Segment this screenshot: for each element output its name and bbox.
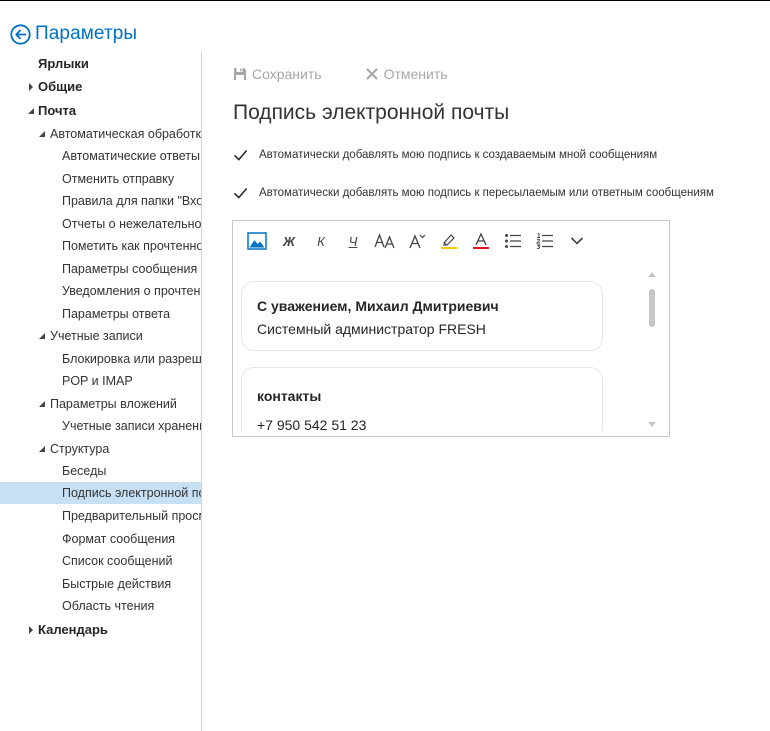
save-label: Сохранить — [252, 66, 322, 82]
sidebar-item-layout[interactable]: Структура — [0, 438, 201, 460]
sidebar-item-message-format[interactable]: Формат сообщения — [0, 528, 201, 550]
window-top-border — [0, 0, 770, 1]
sidebar-item-preview[interactable]: Предварительный просмотр — [0, 505, 201, 527]
page-header-title: Параметры — [35, 23, 138, 44]
back-arrow-circle-icon[interactable] — [10, 23, 31, 45]
signature-role: Системный администратор FRESH — [257, 321, 486, 337]
italic-button[interactable]: К — [305, 229, 337, 253]
sidebar-item-reading-pane[interactable]: Область чтения — [0, 595, 201, 617]
underline-button[interactable]: Ч — [337, 229, 369, 253]
checkbox-label: Автоматически добавлять мою подпись к со… — [259, 149, 658, 161]
font-size-button[interactable] — [369, 229, 401, 253]
sidebar-item-message-list[interactable]: Список сообщений — [0, 550, 201, 572]
caret-down-icon[interactable] — [37, 393, 47, 415]
sidebar-item-block-or-allow[interactable]: Блокировка или разрешение — [0, 348, 201, 370]
caret-down-icon[interactable] — [37, 123, 47, 145]
auto-add-signature-reply-option[interactable]: Автоматически добавлять мою подпись к пе… — [233, 185, 714, 201]
increase-font-button[interactable] — [401, 229, 433, 253]
signature-content[interactable]: С уважением, Михаил Дмитриевич Системный… — [241, 281, 646, 431]
checkbox-checked-icon[interactable] — [233, 186, 248, 201]
signature-card: С уважением, Михаил Дмитриевич Системный… — [241, 281, 603, 351]
font-size-icon — [374, 232, 396, 250]
sidebar-item-read-receipts[interactable]: Уведомления о прочтении — [0, 280, 201, 302]
auto-add-signature-new-option[interactable]: Автоматически добавлять мою подпись к со… — [233, 147, 657, 163]
caret-down-icon[interactable] — [37, 325, 47, 347]
sidebar-item-attachment-options[interactable]: Параметры вложений — [0, 393, 201, 415]
caret-down-icon[interactable] — [37, 438, 47, 460]
more-options-button[interactable] — [561, 229, 593, 253]
sidebar-item-message-options[interactable]: Параметры сообщения — [0, 258, 201, 280]
insert-image-button[interactable] — [241, 229, 273, 253]
sidebar-item-pop-imap[interactable]: POP и IMAP — [0, 370, 201, 392]
close-x-icon — [365, 67, 379, 81]
sidebar-item-shortcuts[interactable]: Ярлыки — [0, 53, 201, 75]
bold-button[interactable]: Ж — [273, 229, 305, 253]
sidebar-item-mail[interactable]: Почта — [0, 100, 201, 122]
checkbox-label: Автоматически добавлять мою подпись к пе… — [259, 187, 714, 199]
cancel-label: Отменить — [383, 66, 448, 82]
increase-font-icon — [408, 232, 426, 250]
signature-editor[interactable]: Ж К Ч С уважением, Михаил Дмитриевич Сис… — [232, 220, 670, 437]
caret-down-icon[interactable] — [26, 100, 36, 122]
sidebar-item-auto-replies[interactable]: Автоматические ответы — [0, 145, 201, 167]
formatting-toolbar: Ж К Ч — [241, 229, 593, 253]
checkbox-checked-icon[interactable] — [233, 148, 248, 163]
contacts-phone: +7 950 542 51 23 — [257, 417, 367, 431]
sidebar-item-accounts[interactable]: Учетные записи — [0, 325, 201, 347]
font-color-button[interactable] — [465, 229, 497, 253]
insert-image-icon — [247, 232, 267, 250]
sidebar-item-email-signature[interactable]: Подпись электронной почты — [0, 482, 201, 504]
sidebar-item-general[interactable]: Общие — [0, 76, 201, 98]
scroll-up-arrow-icon[interactable] — [647, 269, 657, 279]
bullet-list-icon — [504, 233, 522, 249]
bullet-list-button[interactable] — [497, 229, 529, 253]
contacts-card: контакты +7 950 542 51 23 — [241, 367, 603, 431]
numbered-list-button[interactable] — [529, 229, 561, 253]
sidebar-item-inbox-rules[interactable]: Правила для папки "Входящие" — [0, 190, 201, 212]
caret-right-icon[interactable] — [26, 76, 36, 98]
main-panel: Сохранить Отменить Подпись электронной п… — [203, 52, 770, 731]
sidebar-item-auto-processing[interactable]: Автоматическая обработка — [0, 123, 201, 145]
signature-name: С уважением, Михаил Дмитриевич — [257, 298, 499, 314]
save-button[interactable]: Сохранить — [233, 66, 322, 82]
sidebar-item-quick-actions[interactable]: Быстрые действия — [0, 573, 201, 595]
sidebar-item-junk-reports[interactable]: Отчеты о нежелательной почте — [0, 213, 201, 235]
sidebar-item-conversations[interactable]: Беседы — [0, 460, 201, 482]
highlight-icon — [440, 232, 458, 250]
sidebar-item-undo-send[interactable]: Отменить отправку — [0, 168, 201, 190]
contacts-heading: контакты — [257, 388, 322, 404]
editor-scrollbar[interactable] — [647, 269, 657, 429]
numbered-list-icon — [536, 233, 554, 249]
cancel-button[interactable]: Отменить — [365, 66, 448, 82]
sidebar-item-mark-as-read[interactable]: Пометить как прочтенное — [0, 235, 201, 257]
sidebar-item-storage-accounts[interactable]: Учетные записи хранения — [0, 415, 201, 437]
page-title: Подпись электронной почты — [233, 101, 510, 124]
highlight-button[interactable] — [433, 229, 465, 253]
scroll-thumb[interactable] — [649, 289, 655, 327]
italic-icon: К — [317, 233, 325, 249]
settings-sidebar: Ярлыки Общие Почта Автоматическая обрабо… — [0, 52, 202, 731]
underline-icon: Ч — [348, 233, 358, 249]
font-color-icon — [472, 232, 490, 250]
sidebar-item-calendar[interactable]: Календарь — [0, 619, 201, 641]
caret-right-icon[interactable] — [26, 619, 36, 641]
sidebar-item-reply-settings[interactable]: Параметры ответа — [0, 303, 201, 325]
bold-icon: Ж — [282, 233, 296, 249]
floppy-disk-icon — [233, 67, 247, 81]
command-toolbar: Сохранить Отменить — [233, 64, 448, 84]
scroll-down-arrow-icon[interactable] — [647, 419, 657, 429]
more-options-chevron-icon — [570, 236, 584, 246]
back-to-settings-button[interactable]: Параметры — [10, 22, 137, 46]
